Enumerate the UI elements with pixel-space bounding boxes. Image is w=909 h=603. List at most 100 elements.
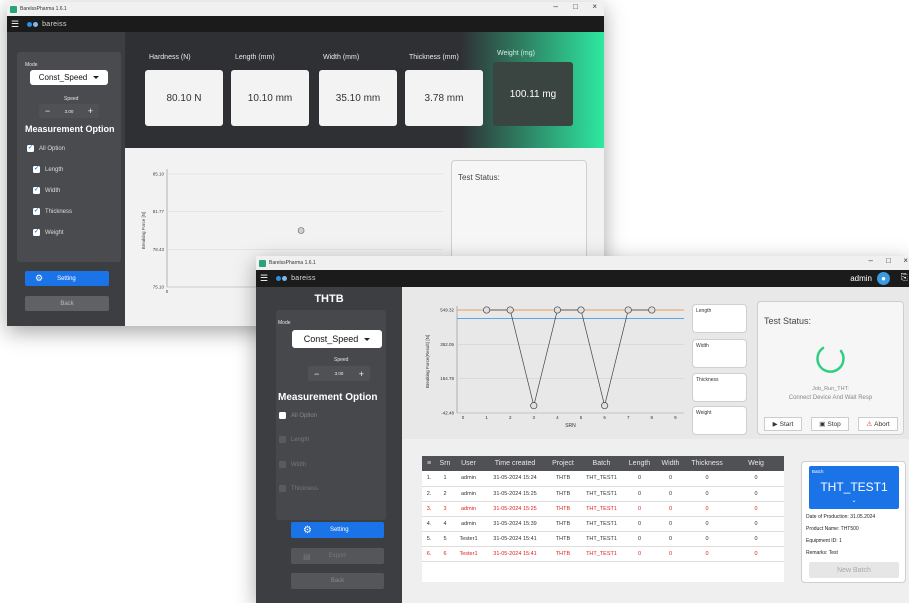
- table-row[interactable]: 3. 3 admin 31-05-2024 15:25 THTB THT_TEST1 0 0 0…: [422, 501, 784, 517]
- close-icon[interactable]: ×: [592, 2, 597, 11]
- cell-weight: 0: [728, 546, 784, 562]
- option-label: Length: [45, 166, 64, 173]
- option-width[interactable]: Width: [279, 461, 306, 468]
- y-tick-label: 549.32: [440, 308, 454, 313]
- x-tick-label: 7: [627, 415, 630, 420]
- x-tick-label: 6: [603, 415, 606, 420]
- batch-selector[interactable]: Batch THT_TEST1 ⌄: [809, 466, 899, 509]
- plus-icon[interactable]: +: [88, 106, 93, 116]
- y-axis-label: Breaking Force [N]: [141, 212, 146, 250]
- checkbox-checked-icon[interactable]: ✓: [33, 187, 40, 194]
- logo-dot-icon: [27, 21, 33, 27]
- export-label: Export: [328, 553, 346, 559]
- column-time[interactable]: Time created: [483, 456, 547, 471]
- table-row[interactable]: 1. 1 admin 31-05-2024 15:24 THTB THT_TEST1 0 0 0…: [422, 471, 784, 487]
- cell-idx: 5.: [422, 531, 436, 547]
- minimize-icon[interactable]: –: [869, 256, 873, 265]
- minus-icon[interactable]: −: [45, 106, 50, 116]
- option-thickness[interactable]: ✓ Thickness: [33, 208, 72, 215]
- cell-user: admin: [454, 471, 483, 487]
- batch-card: Batch THT_TEST1 ⌄ Date of Production: 31…: [801, 461, 906, 583]
- speed-stepper[interactable]: − 3.00 +: [308, 366, 370, 381]
- y-tick-label: 75.10: [153, 285, 165, 290]
- column-srn[interactable]: Srn: [436, 456, 454, 471]
- option-width[interactable]: ✓ Width: [33, 187, 60, 194]
- metric-value: 100.11 mg: [509, 88, 557, 100]
- new-batch-button[interactable]: New Batch: [809, 562, 899, 578]
- checkbox-checked-icon[interactable]: ✓: [33, 208, 40, 215]
- checkbox-unchecked-icon[interactable]: [279, 436, 286, 443]
- start-button[interactable]: ▶ Start: [764, 417, 802, 431]
- minus-icon[interactable]: −: [314, 369, 319, 379]
- back-button[interactable]: Back: [25, 296, 109, 311]
- mode-select[interactable]: Const_Speed: [292, 330, 382, 348]
- series-line: [486, 309, 652, 406]
- hamburger-menu-icon[interactable]: ☰: [11, 19, 19, 30]
- metric-value: 80.10 N: [166, 92, 202, 104]
- option-all[interactable]: All Option: [279, 412, 317, 419]
- table-row[interactable]: 6. 6 Tester1 31-05-2024 15:41 THTB THT_TEST1 0…: [422, 546, 784, 562]
- user-name: admin: [850, 274, 872, 283]
- option-all[interactable]: ✓ All Option: [27, 145, 65, 152]
- checkbox-checked-icon[interactable]: ✓: [27, 145, 34, 152]
- hamburger-menu-icon[interactable]: ☰: [260, 273, 268, 284]
- cell-length: 0: [624, 486, 655, 502]
- table-row[interactable]: 4. 4 admin 31-05-2024 15:39 THTB THT_TEST1 0 0 0…: [422, 516, 784, 532]
- cell-idx: 1.: [422, 471, 436, 487]
- product-code: THTB: [314, 293, 344, 305]
- logout-icon[interactable]: ⎘: [901, 272, 908, 283]
- avatar-icon[interactable]: ●: [877, 272, 890, 285]
- cell-srn: 3: [436, 501, 454, 517]
- checkbox-unchecked-icon[interactable]: [279, 485, 286, 492]
- column-thickness[interactable]: Thickness: [686, 456, 728, 471]
- checkbox-unchecked-icon[interactable]: [279, 461, 286, 468]
- maximize-icon[interactable]: □: [573, 2, 578, 11]
- option-length[interactable]: Length: [279, 436, 309, 443]
- metric-box-hardness: 80.10 N: [145, 70, 223, 126]
- table-row[interactable]: 2. 2 admin 31-05-2024 15:25 THTB THT_TEST1 0 0 0…: [422, 486, 784, 502]
- option-weight[interactable]: ✓ Weight: [33, 229, 64, 236]
- stop-button[interactable]: ▣ Stop: [811, 417, 849, 431]
- option-thickness[interactable]: Thickness: [279, 485, 318, 492]
- column-batch[interactable]: Batch: [579, 456, 624, 471]
- export-button[interactable]: ▤ Export: [291, 548, 384, 564]
- test-status-label: Test Status:: [764, 316, 812, 326]
- close-icon[interactable]: ×: [903, 256, 908, 265]
- metric-label-length: Length (mm): [235, 54, 275, 61]
- filter-icon[interactable]: ≡: [422, 456, 436, 471]
- checkbox-indeterminate-icon[interactable]: [279, 412, 286, 419]
- setting-button[interactable]: ⚙ Setting: [291, 522, 384, 538]
- metric-label-thickness: Thickness (mm): [409, 54, 459, 61]
- minimize-icon[interactable]: –: [554, 2, 558, 11]
- y-tick-label: 81.77: [153, 209, 165, 214]
- column-user[interactable]: User: [454, 456, 483, 471]
- table-row[interactable]: 5. 5 Tester1 31-05-2024 15:41 THTB THT_TEST1 0…: [422, 531, 784, 547]
- mode-value: Const_Speed: [38, 73, 88, 82]
- abort-button[interactable]: ⚠ Abort: [858, 417, 898, 431]
- cell-thickness: 0: [686, 546, 728, 562]
- setting-label: Setting: [329, 527, 349, 533]
- back-button[interactable]: Back: [291, 573, 384, 589]
- speed-stepper[interactable]: − 3.00 +: [39, 104, 99, 118]
- logo-dot-icon: [33, 21, 39, 27]
- x-tick-label: 3: [533, 415, 536, 420]
- column-project[interactable]: Project: [547, 456, 579, 471]
- column-weight[interactable]: Weig: [728, 456, 784, 471]
- plus-icon[interactable]: +: [359, 369, 364, 379]
- stop-icon: ▣: [819, 421, 826, 428]
- mode-select[interactable]: Const_Speed: [30, 70, 108, 85]
- column-length[interactable]: Length: [624, 456, 655, 471]
- setting-button[interactable]: ⚙ Setting: [25, 271, 109, 286]
- checkbox-checked-icon[interactable]: ✓: [33, 229, 40, 236]
- back-sidebar: Mode Const_Speed Speed − 3.00 + Measurem…: [7, 32, 125, 326]
- maximize-icon[interactable]: □: [886, 256, 891, 265]
- column-width[interactable]: Width: [655, 456, 686, 471]
- cell-width: 0: [655, 516, 686, 532]
- batch-remarks: Remarks: Test: [806, 550, 838, 556]
- option-length[interactable]: ✓ Length: [33, 166, 63, 173]
- x-tick-label: 9: [674, 415, 677, 420]
- field-label: Length: [696, 308, 712, 314]
- checkbox-checked-icon[interactable]: ✓: [33, 166, 40, 173]
- data-point: [297, 227, 305, 234]
- cell-project: THTB: [547, 471, 579, 487]
